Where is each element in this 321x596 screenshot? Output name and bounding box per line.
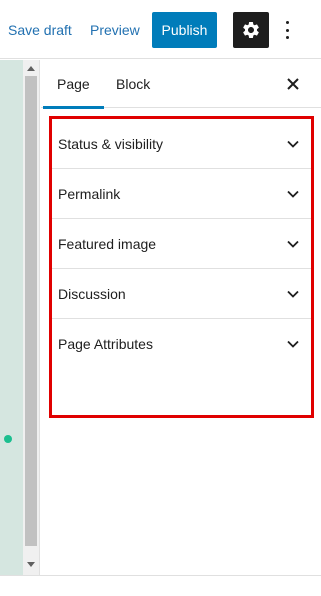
settings-button[interactable] — [233, 12, 269, 48]
chevron-down-icon — [287, 240, 299, 248]
chevron-down-icon — [287, 290, 299, 298]
bottom-divider — [0, 575, 321, 576]
panel-status-visibility[interactable]: Status & visibility — [52, 119, 311, 169]
editor-toolbar: Save draft Preview Publish — [0, 0, 321, 59]
panel-discussion[interactable]: Discussion — [52, 269, 311, 319]
gear-icon — [243, 21, 259, 38]
chevron-down-icon — [287, 140, 299, 148]
more-vertical-icon — [285, 21, 289, 24]
more-dot — [285, 36, 289, 39]
tab-block[interactable]: Block — [102, 60, 164, 108]
sidebar-scrollbar[interactable] — [23, 60, 40, 575]
chevron-down-icon — [287, 340, 299, 348]
more-dot — [285, 28, 289, 32]
panel-title: Featured image — [58, 236, 157, 252]
chevron-down-icon — [287, 190, 299, 198]
scroll-up-arrow-icon[interactable] — [27, 66, 35, 71]
status-dot — [4, 435, 12, 443]
panel-featured-image[interactable]: Featured image — [52, 219, 311, 269]
settings-sidebar: Page Block Status & visibility Permalink… — [41, 60, 321, 575]
tab-page[interactable]: Page — [43, 60, 104, 109]
scroll-thumb[interactable] — [25, 76, 37, 546]
panel-page-attributes[interactable]: Page Attributes — [52, 319, 311, 369]
scroll-down-arrow-icon[interactable] — [27, 562, 35, 567]
publish-button[interactable]: Publish — [152, 12, 217, 48]
close-icon[interactable] — [283, 74, 303, 94]
preview-button[interactable]: Preview — [90, 22, 140, 38]
panel-title: Discussion — [58, 286, 126, 302]
editor-canvas-edge — [0, 60, 23, 575]
panel-title: Page Attributes — [58, 336, 153, 352]
panel-title: Permalink — [58, 186, 121, 202]
more-options-button[interactable] — [280, 18, 294, 42]
sidebar-tabs: Page Block — [41, 60, 321, 109]
panel-permalink[interactable]: Permalink — [52, 169, 311, 219]
panel-title: Status & visibility — [58, 136, 164, 152]
document-panels: Status & visibility Permalink Featured i… — [49, 116, 314, 418]
save-draft-button[interactable]: Save draft — [8, 22, 72, 38]
